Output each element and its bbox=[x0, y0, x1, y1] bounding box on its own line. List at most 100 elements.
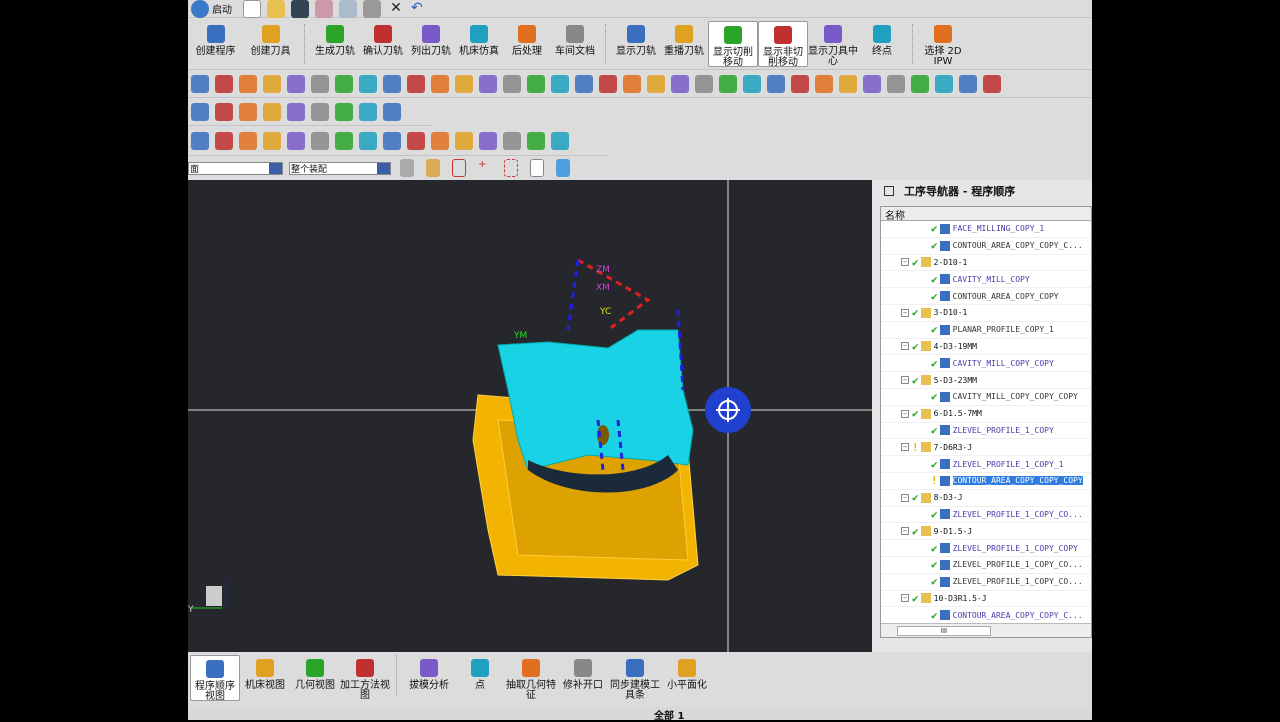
copy-icon[interactable] bbox=[339, 0, 357, 18]
tool-icon[interactable] bbox=[311, 131, 329, 150]
tool-icon[interactable] bbox=[695, 74, 713, 93]
program-group-row[interactable]: −! 7-D6R3-J bbox=[881, 439, 1091, 457]
tool-icon[interactable] bbox=[455, 74, 473, 93]
tool-icon[interactable] bbox=[215, 131, 233, 150]
tool-icon[interactable] bbox=[743, 74, 761, 93]
program-group-row[interactable]: − ✔ 2-D10-1 bbox=[881, 255, 1091, 272]
start-icon[interactable] bbox=[191, 0, 209, 18]
show-noncut-move-button[interactable]: 显示非切削移动 bbox=[758, 20, 808, 67]
tool-icon[interactable] bbox=[335, 102, 353, 121]
horizontal-scrollbar[interactable]: III bbox=[881, 623, 1091, 637]
verify-toolpath-button[interactable]: 确认刀轨 bbox=[359, 21, 407, 67]
operation-row[interactable]: ! CONTOUR_AREA_COPY_COPY_COPY bbox=[881, 473, 1091, 490]
extract-geometry-button[interactable]: 抽取几何特征 bbox=[505, 655, 557, 701]
collapse-icon[interactable]: − bbox=[901, 493, 909, 502]
tool-icon[interactable] bbox=[503, 131, 521, 150]
tool-icon[interactable] bbox=[263, 102, 281, 121]
new-file-icon[interactable] bbox=[243, 0, 261, 18]
program-group-row[interactable]: − ✔ 5-D3-23MM bbox=[881, 372, 1091, 389]
collapse-icon[interactable]: − bbox=[901, 527, 909, 536]
tool-icon[interactable] bbox=[407, 74, 425, 93]
tool-icon[interactable] bbox=[359, 102, 377, 121]
tool-icon[interactable] bbox=[383, 102, 401, 121]
operation-row[interactable]: ✔ ZLEVEL_PROFILE_1_COPY_COPY bbox=[881, 540, 1091, 557]
tool-icon[interactable] bbox=[935, 74, 953, 93]
program-group-row[interactable]: − ✔ 9-D1.5-J bbox=[881, 523, 1091, 541]
tool-icon[interactable] bbox=[263, 74, 281, 93]
tool-icon[interactable] bbox=[887, 74, 905, 93]
selection-icon[interactable] bbox=[400, 159, 414, 177]
tool-icon[interactable] bbox=[479, 74, 497, 93]
machine-view-button[interactable]: 机床视图 bbox=[240, 655, 290, 701]
tool-icon[interactable] bbox=[527, 131, 545, 150]
start-menu[interactable]: 启动 bbox=[212, 1, 232, 16]
collapse-icon[interactable]: − bbox=[901, 594, 909, 603]
collapse-icon[interactable]: − bbox=[901, 376, 909, 385]
list-toolpath-button[interactable]: 列出刀轨 bbox=[407, 21, 455, 67]
program-group-row[interactable]: − ✔ 6-D1.5-7MM bbox=[881, 406, 1091, 423]
tool-icon[interactable] bbox=[287, 131, 305, 150]
generate-toolpath-button[interactable]: 生成刀轨 bbox=[311, 21, 359, 67]
tool-icon[interactable] bbox=[719, 74, 737, 93]
replay-toolpath-button[interactable]: 重播刀轨 bbox=[660, 21, 708, 67]
tool-icon[interactable] bbox=[335, 74, 353, 93]
patch-opening-button[interactable]: 修补开口 bbox=[557, 655, 609, 701]
type-filter-dropdown[interactable]: 面 bbox=[188, 161, 283, 175]
operation-row[interactable]: ✔ CAVITY_MILL_COPY_COPY_COPY bbox=[881, 389, 1091, 406]
shaded-view-icon[interactable] bbox=[556, 159, 570, 177]
undo-icon[interactable]: ↶ bbox=[411, 0, 429, 18]
tool-icon[interactable] bbox=[911, 74, 929, 93]
operation-row[interactable]: ✔ CONTOUR_AREA_COPY_COPY_C... bbox=[881, 238, 1091, 255]
collapse-icon[interactable]: − bbox=[901, 258, 909, 267]
tool-icon[interactable] bbox=[623, 74, 641, 93]
tool-icon[interactable] bbox=[287, 102, 305, 121]
tool-icon[interactable] bbox=[383, 131, 401, 150]
geometry-view-button[interactable]: 几何视图 bbox=[290, 655, 340, 701]
tool-icon[interactable] bbox=[455, 131, 473, 150]
tool-icon[interactable] bbox=[215, 74, 233, 93]
point-snap-icon[interactable] bbox=[452, 159, 466, 177]
operation-row[interactable]: ✔ ZLEVEL_PROFILE_1_COPY_CO... bbox=[881, 557, 1091, 574]
box-select-icon[interactable] bbox=[504, 159, 518, 177]
tool-icon[interactable] bbox=[575, 74, 593, 93]
column-header-name[interactable]: 名称 bbox=[881, 207, 1091, 222]
method-view-button[interactable]: 加工方法视图 bbox=[340, 655, 390, 701]
crosshair-icon[interactable]: + bbox=[478, 159, 492, 177]
point-button[interactable]: 点 bbox=[455, 655, 505, 701]
view-icon[interactable] bbox=[530, 159, 544, 177]
save-icon[interactable] bbox=[291, 0, 309, 18]
operation-row[interactable]: ✔ CAVITY_MILL_COPY bbox=[881, 271, 1091, 289]
sync-modeling-button[interactable]: 同步建模工具条 bbox=[609, 655, 661, 701]
tool-icon[interactable] bbox=[503, 74, 521, 93]
tool-icon[interactable] bbox=[551, 131, 569, 150]
operation-row[interactable]: ✔ CONTOUR_AREA_COPY_COPY_C... bbox=[881, 607, 1091, 625]
tool-icon[interactable] bbox=[671, 74, 689, 93]
operation-row[interactable]: ✔ CONTOUR_AREA_COPY_COPY bbox=[881, 288, 1091, 305]
tool-icon[interactable] bbox=[863, 74, 881, 93]
tool-icon[interactable] bbox=[215, 102, 233, 121]
tool-icon[interactable] bbox=[287, 74, 305, 93]
create-program-button[interactable]: 创建程序 bbox=[188, 21, 243, 67]
tool-icon[interactable] bbox=[815, 74, 833, 93]
tool-icon[interactable] bbox=[191, 131, 209, 150]
postprocess-button[interactable]: 后处理 bbox=[503, 21, 551, 67]
navigator-pin-icon[interactable] bbox=[884, 186, 894, 196]
tool-icon[interactable] bbox=[599, 74, 617, 93]
graphics-viewport[interactable]: ZM XM YC YM Y bbox=[188, 180, 872, 652]
tool-icon[interactable] bbox=[335, 131, 353, 150]
select-2d-ipw-button[interactable]: 选择 2D IPW bbox=[919, 21, 967, 67]
tool-icon[interactable] bbox=[359, 74, 377, 93]
tool-icon[interactable] bbox=[839, 74, 857, 93]
create-tool-button[interactable]: 创建刀具 bbox=[243, 21, 298, 67]
cut-icon[interactable] bbox=[315, 0, 333, 18]
collapse-icon[interactable]: − bbox=[901, 308, 909, 317]
tool-icon[interactable] bbox=[431, 74, 449, 93]
tool-icon[interactable] bbox=[983, 74, 1001, 93]
tool-icon[interactable] bbox=[359, 131, 377, 150]
program-group-row[interactable]: − ✔ 3-D10-1 bbox=[881, 305, 1091, 322]
open-folder-icon[interactable] bbox=[267, 0, 285, 18]
operation-row[interactable]: ✔ ZLEVEL_PROFILE_1_COPY_CO... bbox=[881, 574, 1091, 591]
tool-icon[interactable] bbox=[191, 74, 209, 93]
tool-icon[interactable] bbox=[527, 74, 545, 93]
collapse-icon[interactable]: − bbox=[901, 409, 909, 418]
